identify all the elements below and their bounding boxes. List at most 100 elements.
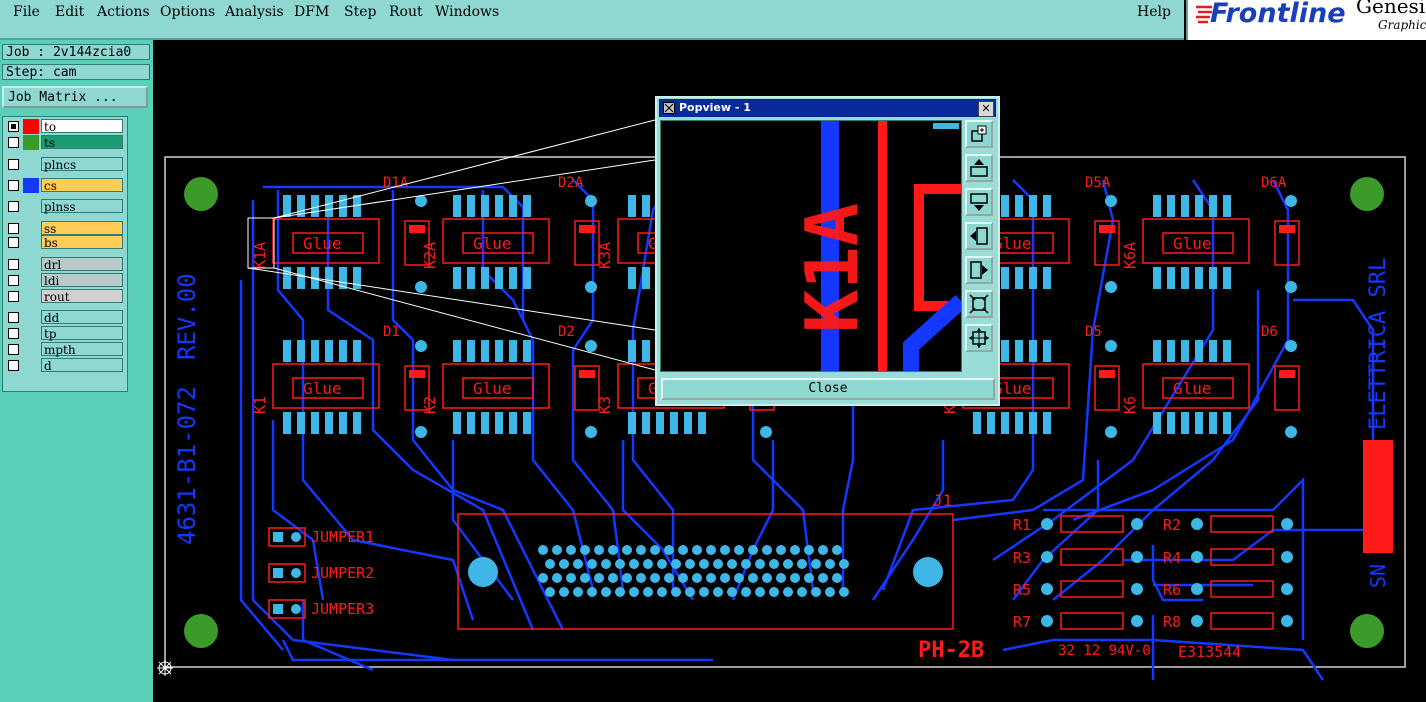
ic-pad bbox=[628, 267, 636, 289]
menu-file[interactable]: File bbox=[13, 4, 40, 20]
popview-close-button[interactable]: Close bbox=[661, 378, 995, 400]
via-pad bbox=[415, 426, 427, 438]
ic-pad bbox=[509, 340, 517, 362]
ic-pad bbox=[1181, 412, 1189, 434]
menu-dfm[interactable]: DFM bbox=[294, 4, 329, 20]
diode-band bbox=[579, 370, 595, 378]
pan-right-button[interactable] bbox=[965, 256, 993, 284]
connector-pin bbox=[615, 587, 625, 597]
via-pad bbox=[1285, 426, 1297, 438]
layer-name[interactable]: rout bbox=[41, 289, 123, 304]
brand-subtitle: Graphic bbox=[1378, 18, 1426, 32]
menu-step[interactable]: Step bbox=[344, 4, 376, 20]
layer-checkbox[interactable] bbox=[8, 237, 19, 248]
layer-checkbox[interactable] bbox=[8, 328, 19, 339]
layer-name[interactable]: tp bbox=[41, 326, 123, 341]
menu-actions[interactable]: Actions bbox=[97, 4, 150, 20]
connector-pin bbox=[748, 573, 758, 583]
pan-down-button[interactable] bbox=[965, 188, 993, 216]
ic-pad bbox=[311, 195, 319, 217]
connector-pin bbox=[615, 559, 625, 569]
connector-pin bbox=[601, 559, 611, 569]
layer-name[interactable]: ldi bbox=[41, 273, 123, 288]
relay-label: K6A bbox=[1121, 242, 1139, 269]
layer-name[interactable]: ss bbox=[41, 221, 123, 236]
connector-pin bbox=[818, 545, 828, 555]
resistor-label: R2 bbox=[1163, 516, 1181, 534]
ic-pad bbox=[353, 340, 361, 362]
layer-name[interactable]: dd bbox=[41, 310, 123, 325]
layer-checkbox[interactable] bbox=[8, 223, 19, 234]
zoom-in-button[interactable] bbox=[965, 120, 993, 148]
ic-pad bbox=[509, 267, 517, 289]
menu-edit[interactable]: Edit bbox=[55, 4, 84, 20]
layer-checkbox[interactable] bbox=[8, 259, 19, 270]
layer-name[interactable]: cs bbox=[41, 178, 123, 193]
via-pad bbox=[415, 195, 427, 207]
connector-pin bbox=[692, 573, 702, 583]
resistor-pad bbox=[1191, 583, 1203, 595]
ic-pad bbox=[1223, 340, 1231, 362]
layer-name[interactable]: mpth bbox=[41, 342, 123, 357]
connector-pin bbox=[608, 573, 618, 583]
popview-titlebar[interactable]: Popview - 1 ✕ bbox=[659, 99, 996, 117]
popview-zoom: K1A bbox=[790, 121, 967, 371]
ic-pad bbox=[353, 267, 361, 289]
connector-pin bbox=[678, 545, 688, 555]
layer-checkbox[interactable] bbox=[8, 360, 19, 371]
close-icon[interactable]: ✕ bbox=[978, 101, 994, 117]
layer-checkbox[interactable] bbox=[8, 137, 19, 148]
popview-viewport[interactable]: K1A bbox=[660, 120, 967, 372]
ic-pad bbox=[311, 340, 319, 362]
ic-pad bbox=[1209, 267, 1217, 289]
menu-analysis[interactable]: Analysis bbox=[225, 4, 284, 20]
ic-pad bbox=[325, 267, 333, 289]
layer-name[interactable]: to bbox=[41, 119, 123, 134]
menu-windows[interactable]: Windows bbox=[435, 4, 499, 20]
connector-pin bbox=[559, 559, 569, 569]
layer-checkbox[interactable] bbox=[8, 312, 19, 323]
ic-pad bbox=[1001, 267, 1009, 289]
layer-name[interactable]: ts bbox=[41, 135, 123, 150]
pan-left-button[interactable] bbox=[965, 222, 993, 250]
connector-pin bbox=[839, 559, 849, 569]
layer-name[interactable]: plncs bbox=[41, 157, 123, 172]
layer-checkbox[interactable] bbox=[8, 159, 19, 170]
connector-pin bbox=[552, 573, 562, 583]
layer-checkbox[interactable] bbox=[8, 344, 19, 355]
layer-name[interactable]: plnss bbox=[41, 199, 123, 214]
resistor-label: R7 bbox=[1013, 613, 1031, 631]
menu-bar: File Edit Actions Options Analysis DFM S… bbox=[0, 0, 1184, 40]
ic-pad bbox=[467, 412, 475, 434]
brand-name: Frontline bbox=[1210, 0, 1346, 29]
zoom-fit-button[interactable] bbox=[965, 290, 993, 318]
menu-help[interactable]: Help bbox=[1137, 4, 1171, 20]
layer-checkbox[interactable] bbox=[8, 121, 19, 132]
ic-pad bbox=[1181, 340, 1189, 362]
layer-checkbox[interactable] bbox=[8, 291, 19, 302]
connector-pin bbox=[741, 587, 751, 597]
connector-pin bbox=[643, 587, 653, 597]
layer-checkbox[interactable] bbox=[8, 201, 19, 212]
connector-pin bbox=[643, 559, 653, 569]
layer-checkbox[interactable] bbox=[8, 180, 19, 191]
connector-pin bbox=[727, 587, 737, 597]
ic-pad bbox=[1029, 412, 1037, 434]
connector-mount-hole bbox=[468, 557, 498, 587]
ic-pad bbox=[325, 195, 333, 217]
connector-pin bbox=[699, 559, 709, 569]
menu-options[interactable]: Options bbox=[160, 4, 215, 20]
relay-label: K3A bbox=[596, 242, 614, 269]
via-pad bbox=[760, 426, 772, 438]
zoom-home-button[interactable] bbox=[965, 324, 993, 352]
pan-up-button[interactable] bbox=[965, 154, 993, 182]
connector-pin bbox=[671, 587, 681, 597]
layer-name[interactable]: bs bbox=[41, 235, 123, 250]
layer-name[interactable]: drl bbox=[41, 257, 123, 272]
layer-name[interactable]: d bbox=[41, 358, 123, 373]
job-matrix-button[interactable]: Job Matrix ... bbox=[2, 86, 148, 108]
jumper-label: JUMPER3 bbox=[311, 600, 374, 618]
menu-rout[interactable]: Rout bbox=[389, 4, 423, 20]
connector-pin bbox=[713, 587, 723, 597]
layer-checkbox[interactable] bbox=[8, 275, 19, 286]
